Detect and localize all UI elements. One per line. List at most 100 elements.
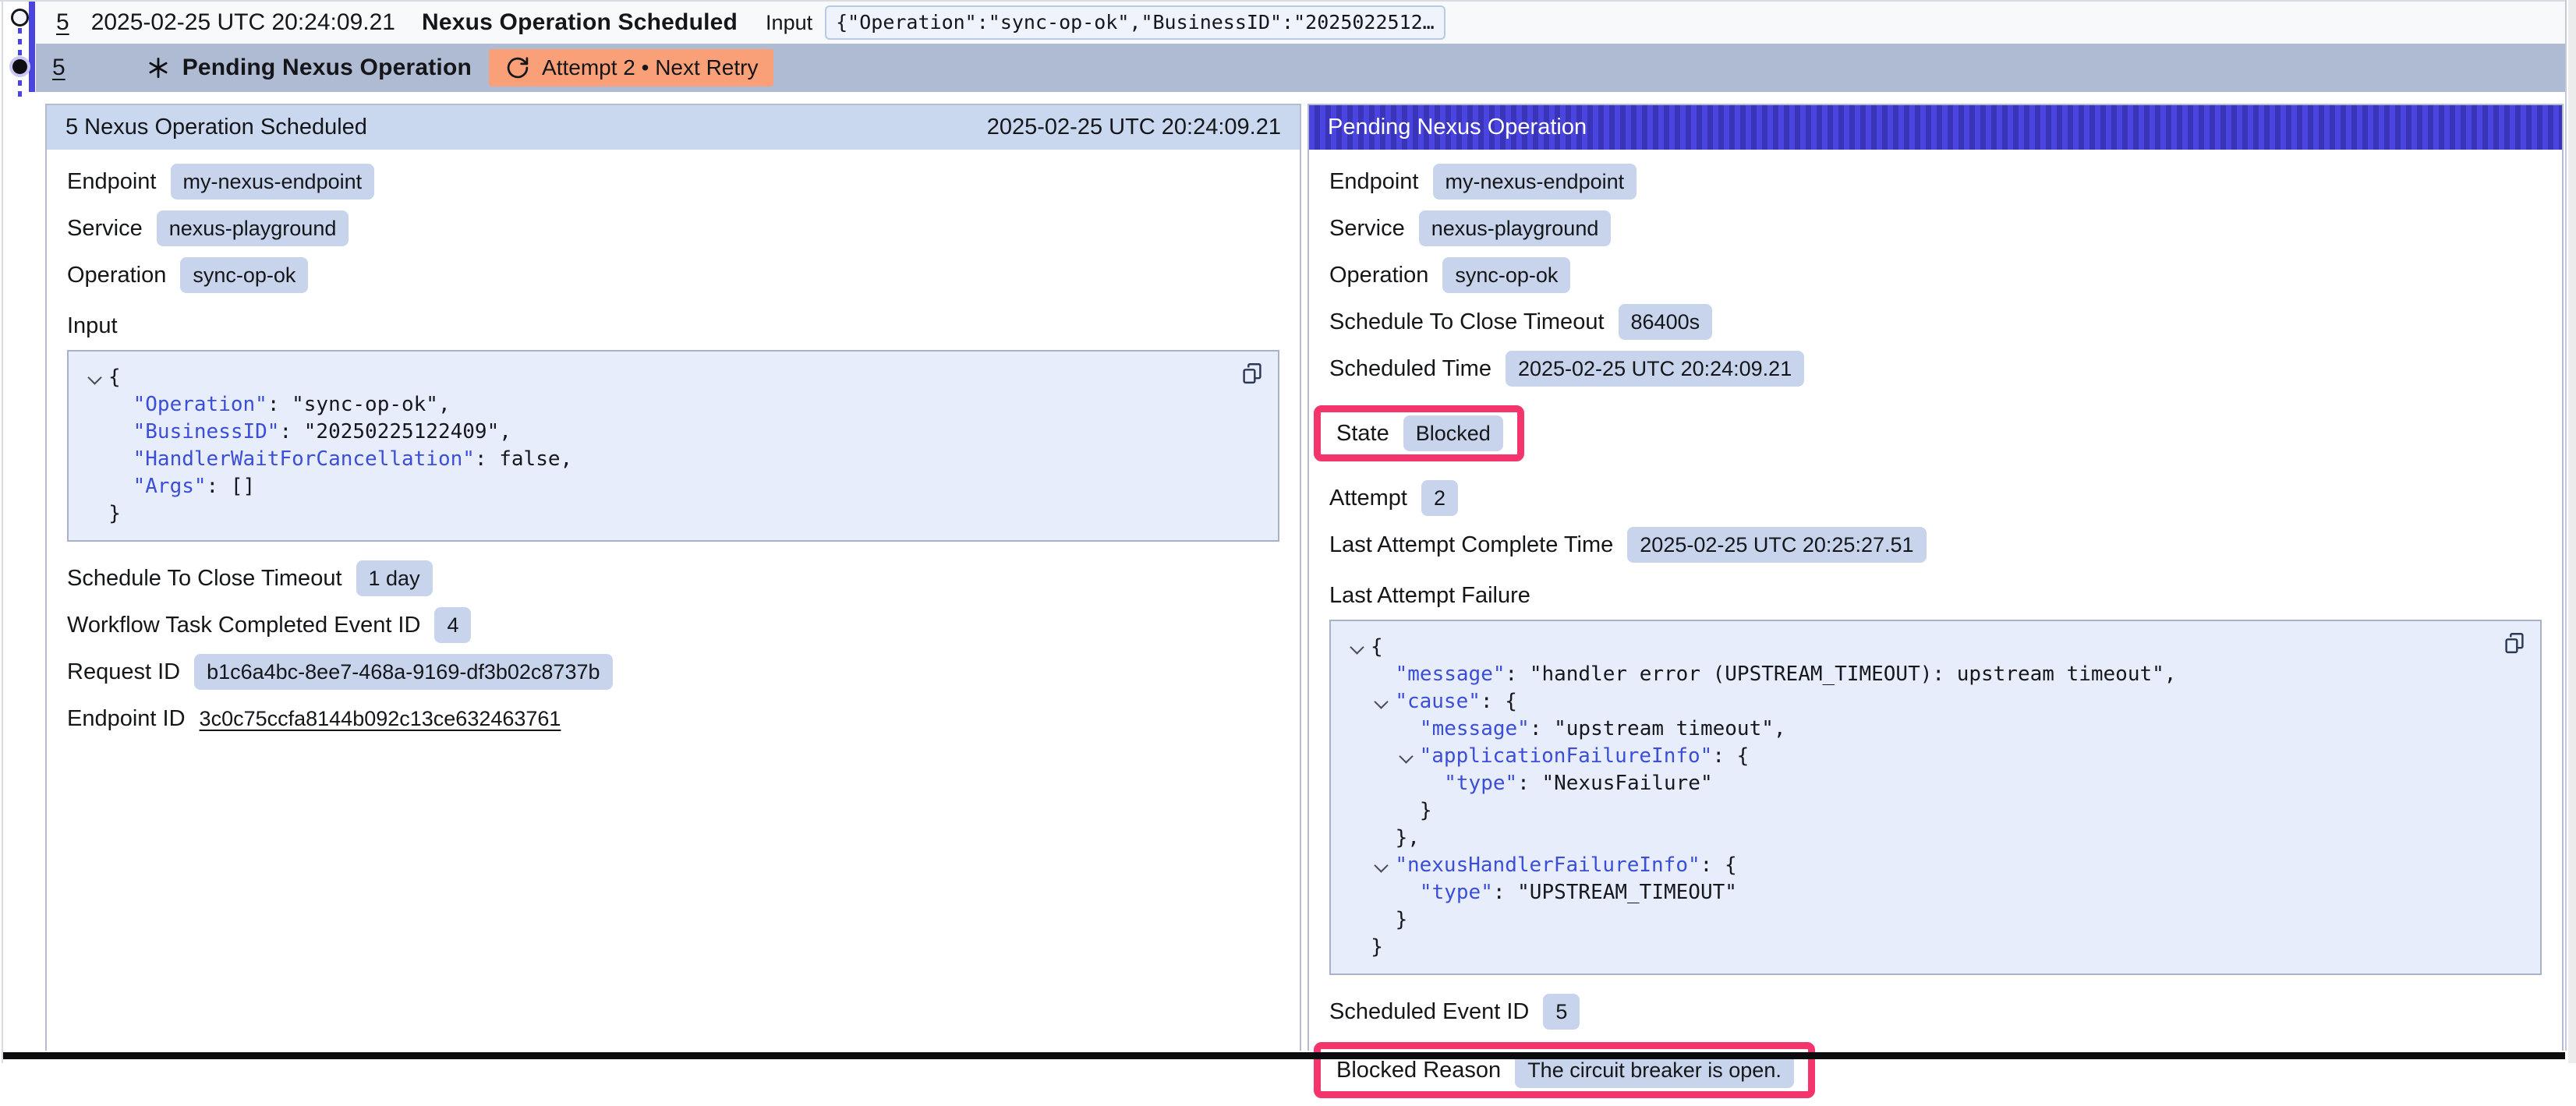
json-text bbox=[84, 393, 133, 416]
json-text bbox=[1346, 690, 1371, 713]
field-label: Endpoint ID bbox=[67, 706, 186, 732]
scrollbar[interactable] bbox=[2568, 0, 2576, 1063]
collapse-caret-icon[interactable] bbox=[1371, 852, 1395, 879]
collapse-caret-icon[interactable] bbox=[1396, 743, 1420, 770]
json-text: : "handler error (UPSTREAM_TIMEOUT): ups… bbox=[1506, 663, 2177, 686]
json-line: "HandlerWaitForCancellation": false, bbox=[84, 446, 1262, 473]
event-detail-panels: 5 Nexus Operation Scheduled 2025-02-25 U… bbox=[45, 104, 2564, 1051]
input-section-label: Input bbox=[67, 313, 1279, 339]
field-value-chip: 4 bbox=[434, 607, 471, 643]
json-line: "Operation": "sync-op-ok", bbox=[84, 391, 1262, 419]
field-label: Schedule To Close Timeout bbox=[1329, 309, 1605, 335]
collapse-caret-icon[interactable] bbox=[1346, 634, 1371, 661]
field-value-chip: 5 bbox=[1543, 994, 1580, 1030]
field-value-chip: my-nexus-endpoint bbox=[171, 164, 375, 200]
field-label: State bbox=[1336, 421, 1389, 447]
json-key: "nexusHandlerFailureInfo" bbox=[1395, 853, 1700, 877]
json-line: "nexusHandlerFailureInfo": { bbox=[1346, 852, 2525, 879]
timeline-node-filled-icon bbox=[12, 59, 27, 74]
failure-json-block: { "message": "handler error (UPSTREAM_TI… bbox=[1329, 620, 2542, 975]
json-text bbox=[1346, 772, 1444, 795]
bottom-divider-line bbox=[3, 1052, 2565, 1059]
json-text: { bbox=[1371, 635, 1383, 659]
json-line: "Args": [] bbox=[84, 473, 1262, 500]
json-line: "applicationFailureInfo": { bbox=[1346, 743, 2525, 770]
field-value-chip: 1 day bbox=[356, 560, 433, 596]
collapse-caret-icon[interactable] bbox=[84, 364, 108, 391]
field-value-chip: sync-op-ok bbox=[180, 257, 308, 293]
retry-icon bbox=[504, 55, 531, 81]
field-schedule-to-close: Schedule To Close Timeout 1 day bbox=[67, 560, 1279, 596]
field-scheduled-time: Scheduled Time 2025-02-25 UTC 20:24:09.2… bbox=[1329, 351, 2542, 387]
field-value-chip: 2025-02-25 UTC 20:25:27.51 bbox=[1627, 527, 1926, 563]
json-line: "message": "handler error (UPSTREAM_TIME… bbox=[1346, 661, 2525, 688]
field-schedule-to-close: Schedule To Close Timeout 86400s bbox=[1329, 304, 2542, 340]
event-timestamp: 2025-02-25 UTC 20:24:09.21 bbox=[91, 9, 395, 36]
field-service: Service nexus-playground bbox=[1329, 210, 2542, 246]
json-text bbox=[1346, 853, 1371, 877]
json-key: "cause" bbox=[1395, 690, 1481, 713]
json-text bbox=[1346, 717, 1420, 740]
json-line: } bbox=[84, 500, 1262, 528]
json-text: : "upstream timeout", bbox=[1530, 717, 1786, 740]
json-line: { bbox=[84, 364, 1262, 391]
field-label: Last Attempt Complete Time bbox=[1329, 532, 1613, 558]
json-key: "type" bbox=[1444, 772, 1517, 795]
field-endpoint: Endpoint my-nexus-endpoint bbox=[67, 164, 1279, 200]
json-line: "type": "NexusFailure" bbox=[1346, 770, 2525, 797]
field-endpoint-id: Endpoint ID 3c0c75ccfa8144b092c13ce63246… bbox=[67, 701, 1279, 737]
json-text: : { bbox=[1700, 853, 1737, 877]
field-label: Operation bbox=[1329, 263, 1428, 288]
field-label: Operation bbox=[67, 263, 166, 288]
json-key: "message" bbox=[1420, 717, 1530, 740]
event-row-pending[interactable]: 5 Pending Nexus Operation Attempt 2 • Ne… bbox=[36, 44, 2565, 92]
json-text: : "UPSTREAM_TIMEOUT" bbox=[1493, 881, 1737, 904]
json-line: { bbox=[1346, 634, 2525, 661]
right-panel-title: Pending Nexus Operation bbox=[1328, 115, 1587, 140]
json-key: "BusinessID" bbox=[133, 420, 280, 443]
copy-button[interactable] bbox=[1239, 361, 1265, 387]
field-label: Scheduled Event ID bbox=[1329, 999, 1529, 1025]
json-text: } bbox=[1346, 799, 1432, 822]
field-value-chip: 86400s bbox=[1619, 304, 1713, 340]
json-text: : "NexusFailure" bbox=[1517, 772, 1712, 795]
field-scheduled-event-id: Scheduled Event ID 5 bbox=[1329, 994, 2542, 1030]
json-line: } bbox=[1346, 934, 2525, 961]
field-label: Request ID bbox=[67, 659, 180, 685]
field-label: Endpoint bbox=[67, 169, 157, 195]
json-key: "applicationFailureInfo" bbox=[1420, 744, 1713, 768]
pending-asterisk-icon bbox=[147, 56, 170, 80]
field-label: Scheduled Time bbox=[1329, 356, 1491, 382]
json-line: "type": "UPSTREAM_TIMEOUT" bbox=[1346, 879, 2525, 906]
input-preview-chip[interactable]: {"Operation":"sync-op-ok","BusinessID":"… bbox=[825, 5, 1445, 40]
json-text bbox=[1346, 881, 1420, 904]
field-value-chip: sync-op-ok bbox=[1442, 257, 1570, 293]
json-text: : "sync-op-ok", bbox=[267, 393, 451, 416]
json-text: : [] bbox=[207, 475, 256, 498]
field-value-chip: 2 bbox=[1421, 480, 1458, 516]
collapse-caret-icon[interactable] bbox=[1371, 688, 1395, 716]
last-attempt-failure-label: Last Attempt Failure bbox=[1329, 583, 2542, 609]
field-label: Blocked Reason bbox=[1336, 1058, 1501, 1083]
json-line: } bbox=[1346, 797, 2525, 825]
right-panel-header: Pending Nexus Operation bbox=[1309, 105, 2562, 150]
event-row-scheduled[interactable]: 5 2025-02-25 UTC 20:24:09.21 Nexus Opera… bbox=[36, 2, 2565, 44]
field-state: State Blocked bbox=[1336, 415, 1503, 451]
copy-button[interactable] bbox=[2501, 631, 2528, 657]
endpoint-id-link[interactable]: 3c0c75ccfa8144b092c13ce632463761 bbox=[200, 707, 561, 731]
field-label: Workflow Task Completed Event ID bbox=[67, 613, 420, 638]
event-title: Nexus Operation Scheduled bbox=[422, 9, 738, 36]
json-key: "Args" bbox=[133, 475, 207, 498]
json-line: } bbox=[1346, 906, 2525, 934]
json-text: : { bbox=[1481, 690, 1517, 713]
retry-badge-label: Attempt 2 • Next Retry bbox=[542, 55, 758, 80]
timeline-dashed-connector bbox=[18, 80, 22, 97]
json-text: { bbox=[108, 366, 121, 389]
field-value-chip: nexus-playground bbox=[1419, 210, 1612, 246]
retry-badge: Attempt 2 • Next Retry bbox=[489, 49, 773, 87]
json-text bbox=[84, 447, 133, 471]
event-id-link[interactable]: 5 bbox=[52, 55, 65, 81]
field-label: Endpoint bbox=[1329, 169, 1419, 195]
json-key: "message" bbox=[1396, 663, 1506, 686]
event-id-link[interactable]: 5 bbox=[56, 9, 69, 36]
